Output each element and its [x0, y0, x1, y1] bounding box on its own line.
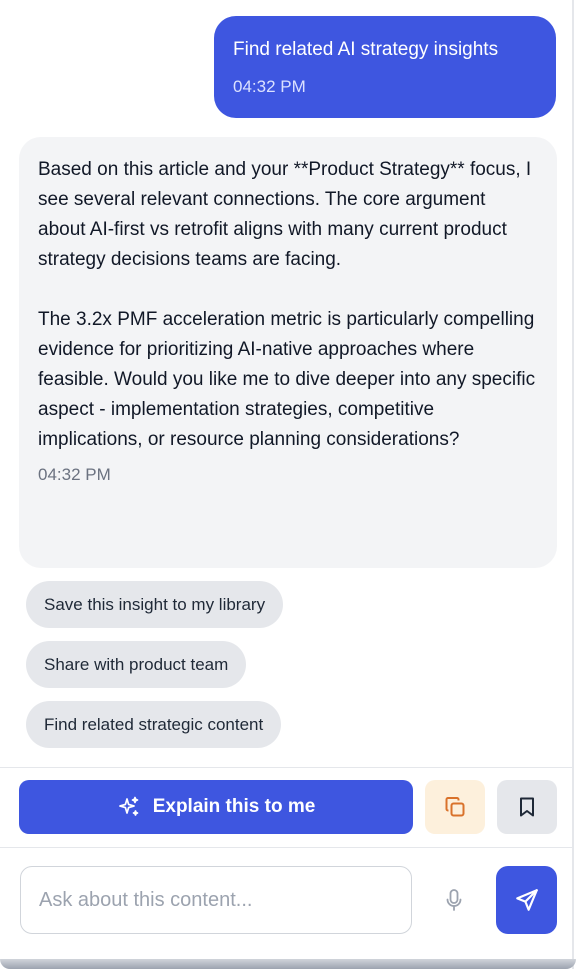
sparkles-icon — [117, 795, 141, 819]
send-button[interactable] — [496, 866, 557, 934]
user-message-text: Find related AI strategy insights — [233, 39, 499, 60]
suggestion-find-related[interactable]: Find related strategic content — [26, 701, 282, 748]
microphone-button[interactable] — [440, 886, 468, 914]
window-bottom-edge — [0, 959, 576, 969]
bookmark-icon — [517, 796, 537, 818]
copy-icon — [443, 795, 467, 819]
suggestion-share-team[interactable]: Share with product team — [26, 641, 247, 688]
assistant-message-time: 04:32 PM — [38, 465, 111, 484]
chat-panel: Find related AI strategy insights 04:32 … — [0, 0, 574, 969]
send-icon — [514, 887, 540, 913]
assistant-message-bubble: Based on this article and your **Product… — [19, 137, 557, 568]
divider — [0, 767, 574, 768]
microphone-icon — [444, 888, 464, 912]
assistant-message-text: Based on this article and your **Product… — [38, 159, 536, 450]
chat-input[interactable] — [20, 866, 412, 934]
explain-label: Explain this to me — [152, 796, 316, 817]
suggestion-save-insight[interactable]: Save this insight to my library — [26, 581, 284, 628]
explain-button[interactable]: Explain this to me — [19, 780, 413, 834]
copy-button[interactable] — [425, 780, 485, 834]
user-message-time: 04:32 PM — [233, 77, 306, 96]
bookmark-button[interactable] — [497, 780, 557, 834]
user-message-bubble: Find related AI strategy insights 04:32 … — [214, 16, 556, 118]
divider — [0, 847, 574, 848]
